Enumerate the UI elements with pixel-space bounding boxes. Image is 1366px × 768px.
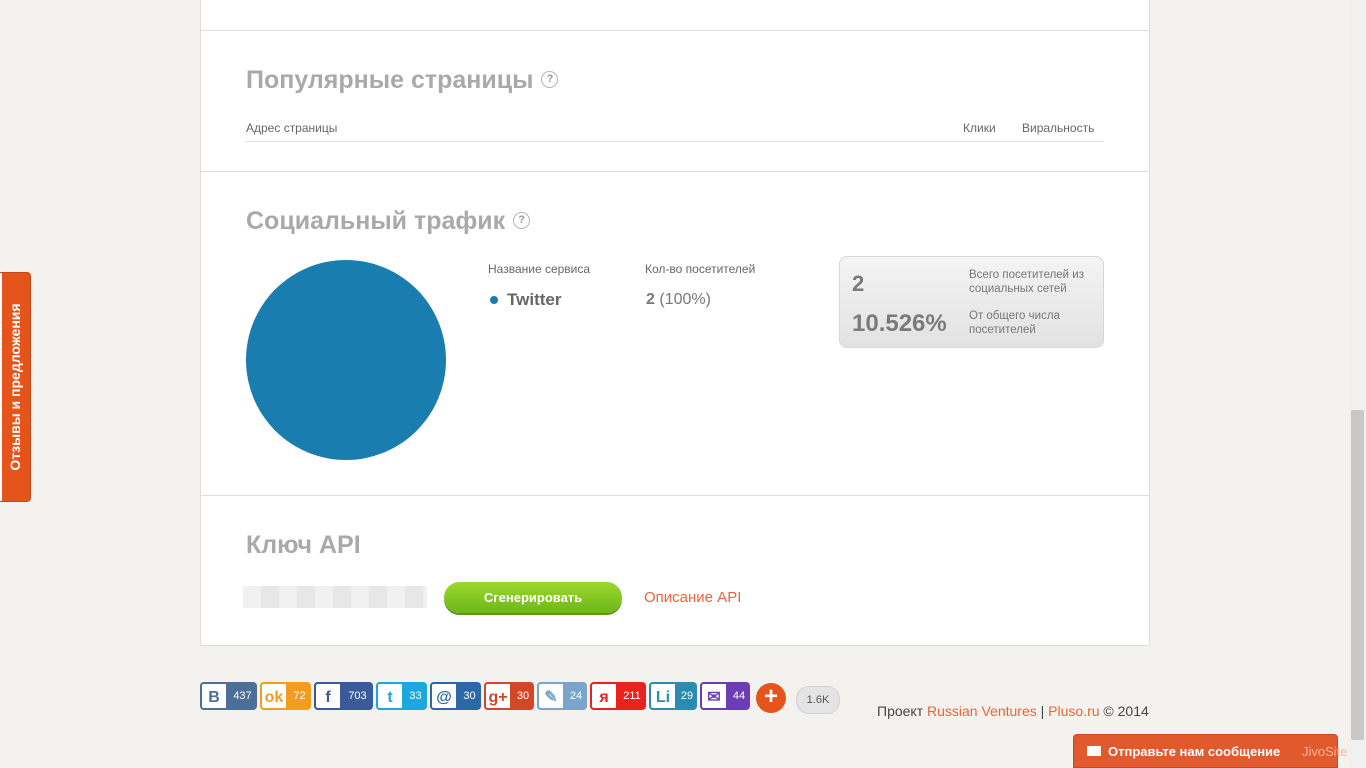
envelope-icon xyxy=(1087,746,1101,756)
total-social-visitors-label: Всего посетителей из социальных сетей xyxy=(969,269,1084,295)
share-count: 29 xyxy=(680,690,694,702)
share-count: 44 xyxy=(732,690,746,702)
google-plus-icon: g+ xyxy=(484,682,512,710)
col-clicks[interactable]: Клики xyxy=(963,121,996,135)
share-button-twitter[interactable]: t 33 xyxy=(376,682,427,710)
chat-button-label: Отправьте нам сообщение xyxy=(1108,744,1281,759)
facebook-icon: f xyxy=(314,682,342,710)
share-button-google-plus[interactable]: g+ 30 xyxy=(484,682,534,710)
section-divider xyxy=(201,30,1149,31)
col-virality[interactable]: Виральность xyxy=(1022,121,1094,135)
help-icon[interactable]: ? xyxy=(513,211,531,229)
livejournal-icon: ✎ xyxy=(537,682,565,710)
yandex-icon: я xyxy=(590,682,618,710)
linkedin-icon: Li xyxy=(649,682,677,710)
col-visitor-count: Кол-во посетителей xyxy=(645,262,756,276)
footer-credits: Проект Russian Ventures | Pluso.ru © 201… xyxy=(877,703,1149,719)
section-divider xyxy=(201,171,1149,172)
api-key-heading: Ключ API xyxy=(246,531,361,559)
footer-link-russian-ventures[interactable]: Russian Ventures xyxy=(927,703,1037,719)
visitor-count-twitter: 2 (100%) xyxy=(646,291,711,309)
social-share-label: От общего числа посетителей xyxy=(969,310,1060,336)
share-count: 437 xyxy=(233,690,252,702)
content-panel: Популярные страницы? Адрес страницы Клик… xyxy=(200,0,1150,646)
visitor-count-value: 2 xyxy=(646,291,655,308)
scrollbar-thumb[interactable] xyxy=(1351,410,1364,740)
footer-link-pluso[interactable]: Pluso.ru xyxy=(1048,703,1099,719)
mail-icon: ✉ xyxy=(700,682,728,710)
twitter-icon: t xyxy=(376,682,404,710)
col-service-name: Название сервиса xyxy=(488,262,591,276)
social-traffic-pie-chart xyxy=(246,260,446,460)
share-button-mail[interactable]: ✉ 44 xyxy=(700,682,750,710)
api-key-field[interactable] xyxy=(243,586,427,608)
table-header-line xyxy=(246,141,1104,142)
api-docs-link[interactable]: Описание API xyxy=(644,589,741,606)
share-count: 703 xyxy=(348,690,367,702)
share-count: 30 xyxy=(516,690,530,702)
jivosite-chat-button[interactable]: Отправьте нам сообщение JivoSite xyxy=(1073,734,1348,768)
mailru-icon: @ xyxy=(430,682,458,710)
footer-copyright: © 2014 xyxy=(1103,703,1149,719)
generate-api-key-button[interactable]: Сгенерировать xyxy=(444,582,622,613)
social-summary-box: 2 Всего посетителей из социальных сетей … xyxy=(839,256,1104,348)
share-count: 30 xyxy=(463,690,476,702)
service-name: Twitter xyxy=(507,290,562,309)
chat-brand-label: JivoSite xyxy=(1302,744,1348,759)
odnoklassniki-icon: ok xyxy=(260,682,288,710)
social-share-percent: 10.526% xyxy=(852,310,947,337)
share-button-mailru[interactable]: @30 xyxy=(430,682,481,710)
series-color-dot xyxy=(490,296,498,304)
more-share-icon[interactable]: + xyxy=(756,683,786,713)
share-count: 24 xyxy=(569,690,583,702)
vk-icon: B xyxy=(200,682,228,710)
social-traffic-heading: Социальный трафик? xyxy=(246,207,531,236)
share-count: 33 xyxy=(409,690,422,702)
pie-slice-twitter xyxy=(246,260,446,460)
share-total-count: 1.6K xyxy=(796,686,840,714)
share-button-linkedin[interactable]: Li 29 xyxy=(649,682,697,710)
help-icon[interactable]: ? xyxy=(541,70,559,88)
share-count: 211 xyxy=(623,690,641,702)
total-social-visitors: 2 xyxy=(852,271,865,296)
share-button-livejournal[interactable]: ✎ 24 xyxy=(537,682,587,710)
footer-prefix: Проект xyxy=(877,703,924,719)
feedback-tab[interactable]: Отзывы и предложения xyxy=(0,272,31,502)
col-page-url: Адрес страницы xyxy=(246,121,338,135)
section-divider xyxy=(201,495,1149,496)
social-traffic-title: Социальный трафик xyxy=(246,207,506,235)
share-button-yandex[interactable]: я 211 xyxy=(590,682,646,710)
service-row-twitter: Twitter xyxy=(490,290,561,310)
visitor-count-percent: (100%) xyxy=(659,291,711,308)
share-button-odnoklassniki[interactable]: ok 72 xyxy=(260,682,311,710)
share-button-vk[interactable]: B 437 xyxy=(200,682,257,710)
popular-pages-heading: Популярные страницы? xyxy=(246,66,559,95)
share-button-facebook[interactable]: f 703 xyxy=(314,682,373,710)
popular-pages-title: Популярные страницы xyxy=(246,66,534,94)
feedback-tab-label: Отзывы и предложения xyxy=(7,303,23,471)
footer-separator: | xyxy=(1040,703,1045,719)
share-count: 72 xyxy=(293,690,306,702)
